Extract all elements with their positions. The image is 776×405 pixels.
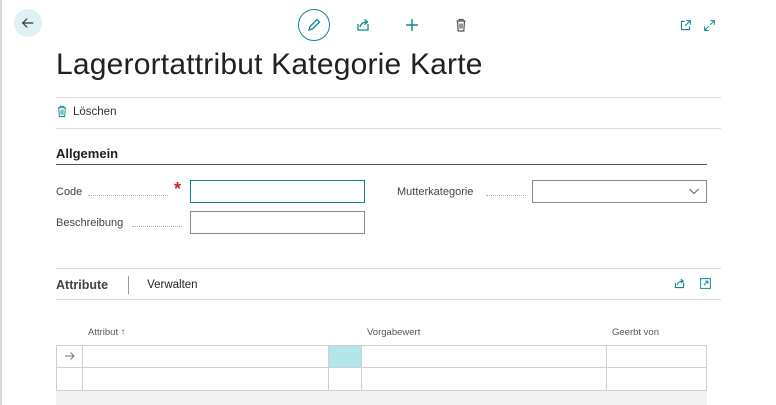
required-indicator: * bbox=[174, 179, 182, 199]
active-cell[interactable] bbox=[329, 346, 361, 367]
open-new-window-button[interactable] bbox=[674, 15, 696, 35]
delete-icon bbox=[456, 18, 466, 32]
grid-line bbox=[606, 345, 607, 391]
attributes-expand-button[interactable] bbox=[697, 276, 713, 290]
section-underline bbox=[56, 164, 707, 165]
parent-category-label: Mutterkategorie bbox=[397, 186, 474, 198]
expand-box-icon bbox=[699, 277, 711, 289]
table-row[interactable] bbox=[56, 345, 707, 368]
expand-button[interactable] bbox=[698, 15, 720, 35]
row-arrow-icon bbox=[65, 352, 75, 360]
open-new-window-icon bbox=[680, 19, 691, 30]
attributes-actions bbox=[661, 276, 713, 290]
manage-button[interactable]: Verwalten bbox=[147, 279, 198, 291]
action-divider bbox=[56, 128, 721, 129]
window-edge bbox=[0, 0, 2, 405]
attributes-grid bbox=[56, 345, 707, 391]
grid-line bbox=[361, 345, 362, 391]
code-label: Code bbox=[56, 186, 83, 198]
parent-category-dots bbox=[486, 195, 526, 196]
page-title: Lagerortattribut Kategorie Karte bbox=[56, 48, 483, 81]
parent-category-select[interactable] bbox=[532, 180, 707, 203]
title-divider bbox=[56, 97, 721, 98]
grid-footer bbox=[56, 391, 707, 405]
attributes-top-divider bbox=[56, 268, 721, 269]
delete-action-button[interactable]: Löschen bbox=[56, 105, 116, 118]
back-button[interactable] bbox=[14, 9, 42, 37]
delete-button[interactable] bbox=[445, 9, 477, 41]
delete-action-label: Löschen bbox=[73, 105, 117, 118]
trash-icon bbox=[57, 105, 67, 118]
grid-line bbox=[56, 345, 57, 391]
attributes-share-button[interactable] bbox=[671, 276, 687, 290]
share-icon bbox=[674, 278, 684, 288]
table-row[interactable] bbox=[56, 368, 707, 391]
chevron-down-icon bbox=[689, 188, 699, 195]
share-icon bbox=[357, 19, 369, 31]
column-header-attribute[interactable]: Attribut ↑ bbox=[88, 327, 126, 338]
add-icon bbox=[406, 19, 418, 31]
attributes-header: Attribute Verwalten bbox=[56, 276, 198, 294]
edit-button[interactable] bbox=[298, 9, 330, 41]
column-header-inherited-from[interactable]: Geerbt von bbox=[612, 327, 659, 338]
code-dots bbox=[88, 195, 168, 196]
share-button[interactable] bbox=[347, 9, 379, 41]
description-label: Beschreibung bbox=[56, 217, 124, 229]
grid-line bbox=[82, 345, 83, 391]
attributes-separator bbox=[128, 276, 130, 294]
grid-line bbox=[328, 345, 329, 391]
grid-line bbox=[706, 345, 707, 391]
description-dots bbox=[132, 226, 182, 227]
page: Lagerortattribut Kategorie Karte Löschen… bbox=[0, 0, 776, 405]
attributes-title[interactable]: Attribute bbox=[56, 278, 108, 292]
add-button[interactable] bbox=[396, 9, 428, 41]
section-title-general: Allgemein bbox=[56, 146, 119, 161]
expand-icon bbox=[703, 19, 715, 31]
top-action-bar bbox=[298, 9, 494, 41]
description-input[interactable] bbox=[190, 211, 365, 234]
code-input[interactable] bbox=[190, 180, 365, 203]
attributes-bottom-divider bbox=[56, 299, 721, 300]
window-actions bbox=[672, 15, 720, 35]
column-header-default-value[interactable]: Vorgabewert bbox=[367, 327, 420, 338]
back-arrow-icon bbox=[21, 18, 34, 28]
edit-pencil-icon bbox=[308, 18, 321, 31]
